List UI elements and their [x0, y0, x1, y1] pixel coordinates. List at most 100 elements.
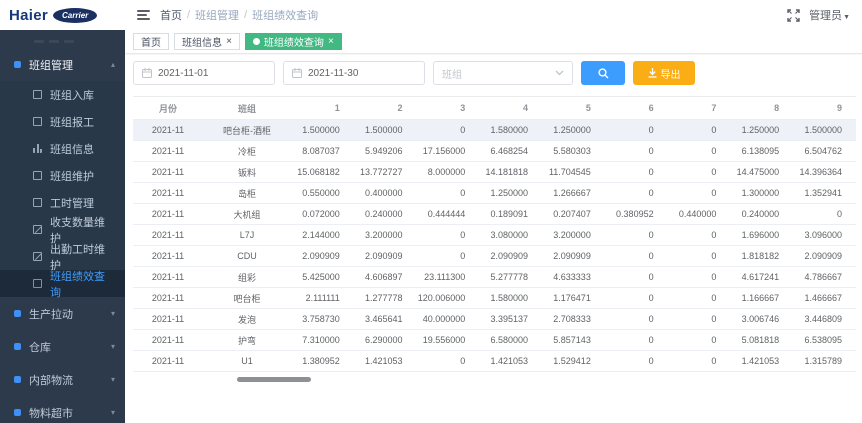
export-button[interactable]: 导出 — [633, 61, 695, 85]
chevron-down-icon: ▾ — [111, 409, 115, 417]
sidebar-group-team-management[interactable]: 班组管理▴ — [0, 48, 125, 81]
column-header: 3 — [417, 97, 480, 120]
table-cell: 0.380952 — [605, 204, 668, 225]
close-icon[interactable]: × — [226, 37, 232, 47]
column-header: 2 — [354, 97, 417, 120]
table-cell: 0 — [417, 246, 480, 267]
hamburger-icon[interactable] — [137, 10, 150, 20]
sidebar-item-revenue-quantity-maintenance[interactable]: 收支数量维护 — [0, 216, 125, 243]
table-cell: 5.478674 — [730, 372, 793, 375]
table-cell: 2021-11 — [133, 288, 203, 309]
table-cell: 2.144000 — [291, 225, 354, 246]
table-cell: 0 — [668, 288, 731, 309]
column-header: 1 — [291, 97, 354, 120]
sidebar-item-team-info[interactable]: 班组信息 — [0, 135, 125, 162]
breadcrumb: 首页 / 班组管理 / 班组绩效查询 — [160, 7, 318, 23]
tab-label: 班组信息 — [182, 34, 222, 49]
table-cell: 1.250000 — [730, 120, 793, 141]
tab-label: 首页 — [141, 34, 161, 49]
table-cell: 1.266667 — [542, 183, 605, 204]
sidebar-item-label: 班组绩效查询 — [50, 268, 115, 300]
table-cell: 0 — [668, 330, 731, 351]
table-cell: 2.111111 — [291, 288, 354, 309]
sidebar-item-team-maintenance[interactable]: 班组维护 — [0, 162, 125, 189]
tab-team-performance-query[interactable]: 班组绩效查询 × — [245, 33, 342, 50]
table-cell: 3.080000 — [479, 225, 542, 246]
table-cell: 0 — [605, 246, 668, 267]
chevron-down-icon: ▾ — [111, 310, 115, 318]
sidebar-item-label: 班组报工 — [50, 114, 94, 130]
table-cell: 4.606897 — [354, 267, 417, 288]
sidebar-group-warehouse[interactable]: 仓库▾ — [0, 330, 125, 363]
start-date-input[interactable]: 2021-11-01 — [133, 61, 275, 85]
table-cell: 0 — [668, 120, 731, 141]
table-cell: 1.818182 — [730, 246, 793, 267]
table-row: 2021-11发泡3.7587303.46564140.0000003.3951… — [133, 309, 856, 330]
table-cell: 3.200000 — [354, 225, 417, 246]
table-cell: 0 — [668, 225, 731, 246]
chevron-down-icon: ▼ — [843, 14, 850, 21]
menu-dot-icon — [14, 409, 21, 416]
sidebar-group-label: 内部物流 — [29, 372, 103, 388]
sidebar-item-team-work-report[interactable]: 班组报工 — [0, 108, 125, 135]
table-cell: 3.395137 — [479, 309, 542, 330]
team-select[interactable]: 班组 — [433, 61, 573, 85]
horizontal-scrollbar-thumb[interactable] — [237, 377, 311, 382]
sidebar-group-material-supermarket[interactable]: 物料超市 ▾ — [0, 396, 125, 423]
table-cell: 2021-11 — [133, 309, 203, 330]
table-cell: 1.500000 — [793, 120, 856, 141]
table-cell: 电器 — [203, 372, 291, 375]
table-cell: 0 — [668, 309, 731, 330]
tab-team-info[interactable]: 班组信息 × — [174, 33, 240, 50]
table-cell: 2021-11 — [133, 267, 203, 288]
sidebar-item-work-hours-management[interactable]: 工时管理 — [0, 189, 125, 216]
table-cell: 0 — [417, 351, 480, 372]
table-cell: 0 — [605, 330, 668, 351]
sidebar-group-label: 物料超市 — [29, 405, 103, 421]
table-cell: 6.504762 — [793, 141, 856, 162]
table-cell: 2.090909 — [354, 246, 417, 267]
table-body: 2021-11吧台柜-酒柜1.5000001.50000001.5800001.… — [133, 120, 856, 375]
table-cell: 5.425000 — [291, 267, 354, 288]
table-cell: 1.277778 — [354, 288, 417, 309]
sidebar-group-label: 生产拉动 — [29, 306, 103, 322]
table-row: 2021-11吧台柜2.1111111.277778120.0060001.58… — [133, 288, 856, 309]
table-header: 月份班组123456789 — [133, 97, 856, 120]
tab-label: 班组绩效查询 — [264, 34, 324, 49]
sidebar-item-team-inbound[interactable]: 班组入库 — [0, 81, 125, 108]
sidebar-item-team-performance-query[interactable]: 班组绩效查询 — [0, 270, 125, 297]
table-cell: 冷柜 — [203, 141, 291, 162]
close-icon[interactable]: × — [328, 37, 334, 47]
table-cell: 0.072000 — [291, 204, 354, 225]
box-icon — [33, 279, 42, 288]
column-header: 月份 — [133, 97, 203, 120]
user-name: 管理员 — [809, 10, 842, 22]
tag-bar: 首页 班组信息 × 班组绩效查询 × — [125, 30, 862, 54]
table-row: 2021-11电器40.36094644.04341153.47800040.7… — [133, 372, 856, 375]
table-cell: 护弯 — [203, 330, 291, 351]
sidebar-item-label: 工时管理 — [50, 195, 94, 211]
table-cell: 2.090909 — [291, 246, 354, 267]
breadcrumb-home[interactable]: 首页 — [160, 7, 182, 23]
sidebar-group-production-pull[interactable]: 生产拉动 ▾ — [0, 297, 125, 330]
sidebar-item-attendance-hours-maintenance[interactable]: 出勤工时维护 — [0, 243, 125, 270]
table-cell: 4.617241 — [730, 267, 793, 288]
search-button[interactable] — [581, 61, 625, 85]
sidebar-group-internal-logistics[interactable]: 内部物流▾ — [0, 363, 125, 396]
table-cell: 6.468254 — [479, 141, 542, 162]
table-cell: 2021-11 — [133, 120, 203, 141]
user-menu[interactable]: 管理员▼ — [809, 7, 850, 23]
chevron-down-icon — [555, 70, 564, 76]
tab-home[interactable]: 首页 — [133, 33, 169, 50]
table-cell: 0 — [605, 351, 668, 372]
table-cell: 14.396364 — [793, 162, 856, 183]
top-bar: 首页 / 班组管理 / 班组绩效查询 管理员▼ — [125, 0, 862, 30]
table-cell: 4.786667 — [793, 267, 856, 288]
column-header: 6 — [605, 97, 668, 120]
carrier-logo: Carrier — [53, 8, 97, 23]
table-cell: 8.087037 — [291, 141, 354, 162]
table-cell: 吧台柜-酒柜 — [203, 120, 291, 141]
table-cell: 0 — [668, 267, 731, 288]
end-date-input[interactable]: 2021-11-30 — [283, 61, 425, 85]
fullscreen-icon[interactable] — [787, 9, 800, 22]
